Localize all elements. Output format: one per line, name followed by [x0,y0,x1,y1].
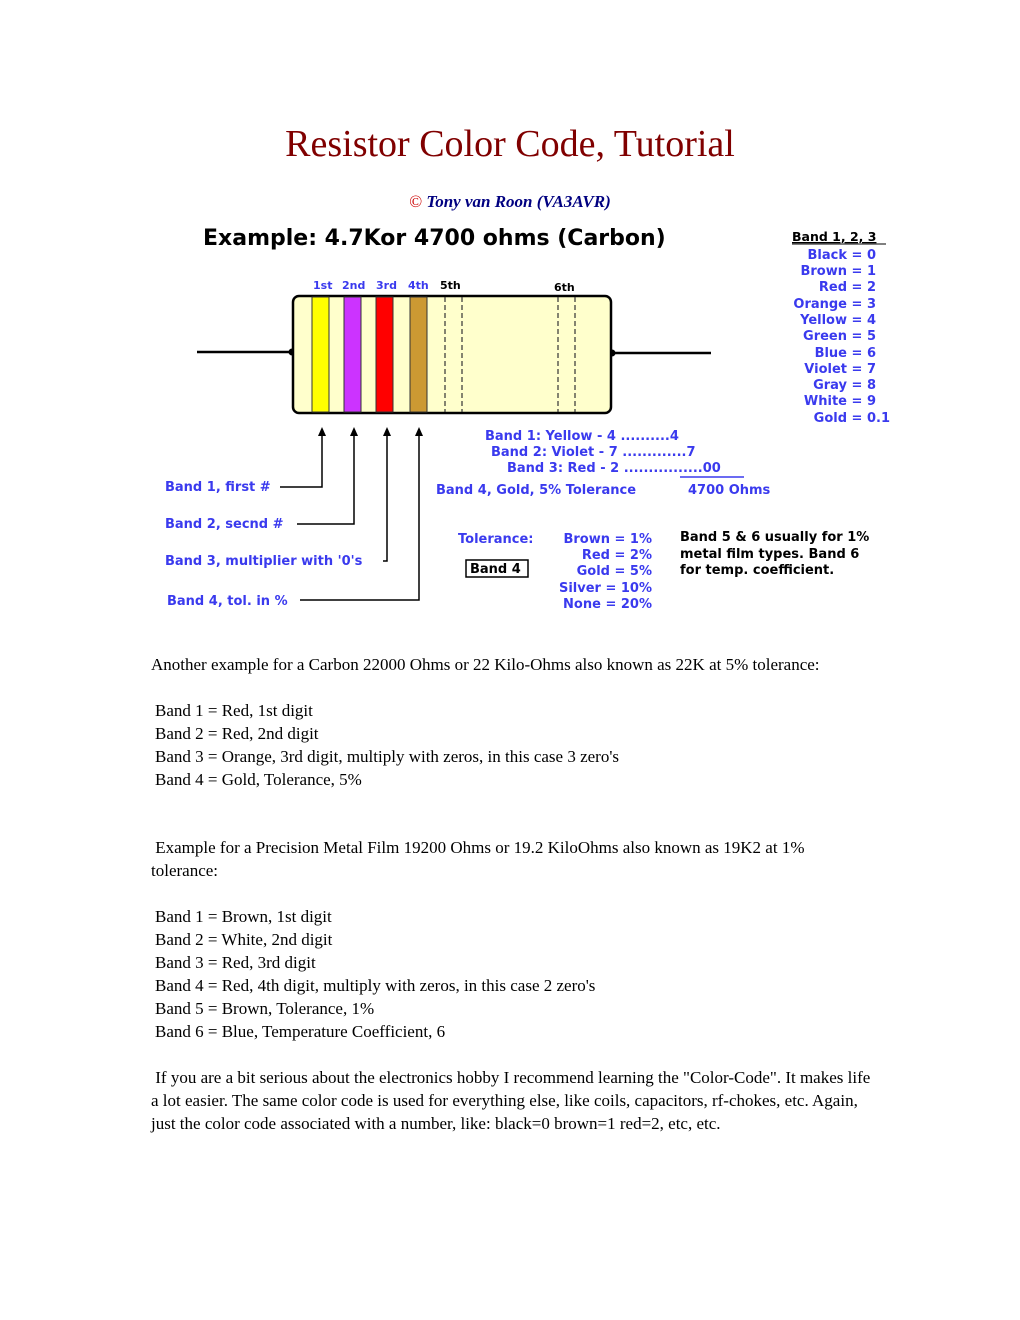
example2-section: Another example for a Carbon 22000 Ohms … [151,653,871,791]
callout-line-band1 [280,434,323,488]
band-label-5th: 5th [440,279,461,292]
band-label-6th: 6th [554,281,575,294]
band-label-2nd: 2nd [342,279,365,292]
band-4-gold [409,296,428,413]
example2-intro: Another example for a Carbon 22000 Ohms … [151,655,820,674]
example3-band: Band 4 = Red, 4th digit, multiply with z… [155,976,596,995]
example2-band: Band 1 = Red, 1st digit [155,701,313,720]
closing-text: If you are a bit serious about the elect… [151,1068,871,1133]
example3-band: Band 5 = Brown, Tolerance, 1% [155,999,375,1018]
example3-band: Band 1 = Brown, 1st digit [155,907,332,926]
band-position-labels: 1st 2nd 3rd 4th 5th 6th [313,279,575,294]
callout-lines [280,434,420,601]
example3-band: Band 6 = Blue, Temperature Coefficient, … [155,1022,446,1041]
color-row: Black = 0 [808,248,876,263]
band56-note: Band 5 & 6 usually for 1% metal film typ… [680,530,869,578]
band-label-3rd: 3rd [376,279,397,292]
example3-section: Example for a Precision Metal Film 19200… [151,836,871,1043]
resistor-body [291,294,613,415]
callout-band1: Band 1, first # [165,480,271,495]
color-row: Yellow = 4 [799,313,876,328]
arrow-up-icon [318,427,326,436]
calc-line-1: Band 1: Yellow - 4 ..........4 [485,429,679,444]
closing-section: If you are a bit serious about the elect… [151,1066,871,1135]
color-row: Green = 5 [803,329,876,344]
callout-line-band4 [300,434,420,601]
example3-intro-text: Example for a Precision Metal Film 19200… [151,838,805,880]
arrow-up-icon [415,427,423,436]
callout-line-band2 [297,434,355,525]
example2-band: Band 4 = Gold, Tolerance, 5% [155,770,362,789]
callout-line-band3 [383,434,388,562]
note-line: Band 5 & 6 usually for 1% [680,530,869,545]
tolerance-row: Red = 2% [582,548,652,563]
diagram-heading: Example: 4.7Kor 4700 ohms (Carbon) [203,226,666,251]
calculation-block: Band 1: Yellow - 4 ..........4 Band 2: V… [436,429,771,498]
example3-intro: Example for a Precision Metal Film 19200… [151,836,871,882]
color-row: Gray = 8 [813,378,876,393]
color-row: Red = 2 [819,280,876,295]
example2-band: Band 2 = Red, 2nd digit [155,724,319,743]
tolerance-row: Gold = 5% [577,564,652,579]
arrow-up-icon [383,427,391,436]
band-label-1st: 1st [313,279,332,292]
closing-paragraph: If you are a bit serious about the elect… [151,1066,871,1135]
calc-tolerance: Band 4, Gold, 5% Tolerance [436,483,636,498]
color-row: Violet = 7 [804,362,876,377]
example2-band: Band 3 = Orange, 3rd digit, multiply wit… [155,747,620,766]
callout-band4: Band 4, tol. in % [167,594,288,609]
band-2-violet [343,296,362,413]
color-row: Blue = 6 [815,346,876,361]
color-row: Gold = 0.1 [814,411,890,426]
note-line: metal film types. Band 6 [680,547,859,562]
callout-band3: Band 3, multiplier with '0's [165,554,363,569]
band-label-4th: 4th [408,279,429,292]
color-code-table: Band 1, 2, 3 Black = 0 Brown = 1 Red = 2… [792,229,890,426]
color-row: Brown = 1 [800,264,876,279]
band4-box-label: Band 4 [470,562,521,577]
color-table-heading: Band 1, 2, 3 [792,229,876,244]
tolerance-row: Brown = 1% [563,532,652,547]
tolerance-label: Tolerance: [458,532,534,547]
color-row: White = 9 [804,394,876,409]
tolerance-row: Silver = 10% [559,581,652,596]
tolerance-table: Tolerance: Band 4 Brown = 1% Red = 2% Go… [458,532,652,612]
color-row: Orange = 3 [793,297,876,312]
band-3-red [375,296,394,413]
note-line: for temp. coefficient. [680,563,834,578]
calc-result: 4700 Ohms [688,483,771,498]
callout-arrowheads [318,427,423,436]
example3-band: Band 2 = White, 2nd digit [155,930,333,949]
tolerance-row: None = 20% [563,597,652,612]
callout-labels: Band 1, first # Band 2, secnd # Band 3, … [165,480,363,609]
callout-band2: Band 2, secnd # [165,517,284,532]
calc-line-3: Band 3: Red - 2 ................00 [507,461,721,476]
arrow-up-icon [350,427,358,436]
calc-line-2: Band 2: Violet - 7 .............7 [491,445,696,460]
resistor-diagram: Example: 4.7Kor 4700 ohms (Carbon) 1st 2… [165,226,890,612]
band-1-yellow [311,296,330,413]
example3-band: Band 3 = Red, 3rd digit [155,953,316,972]
